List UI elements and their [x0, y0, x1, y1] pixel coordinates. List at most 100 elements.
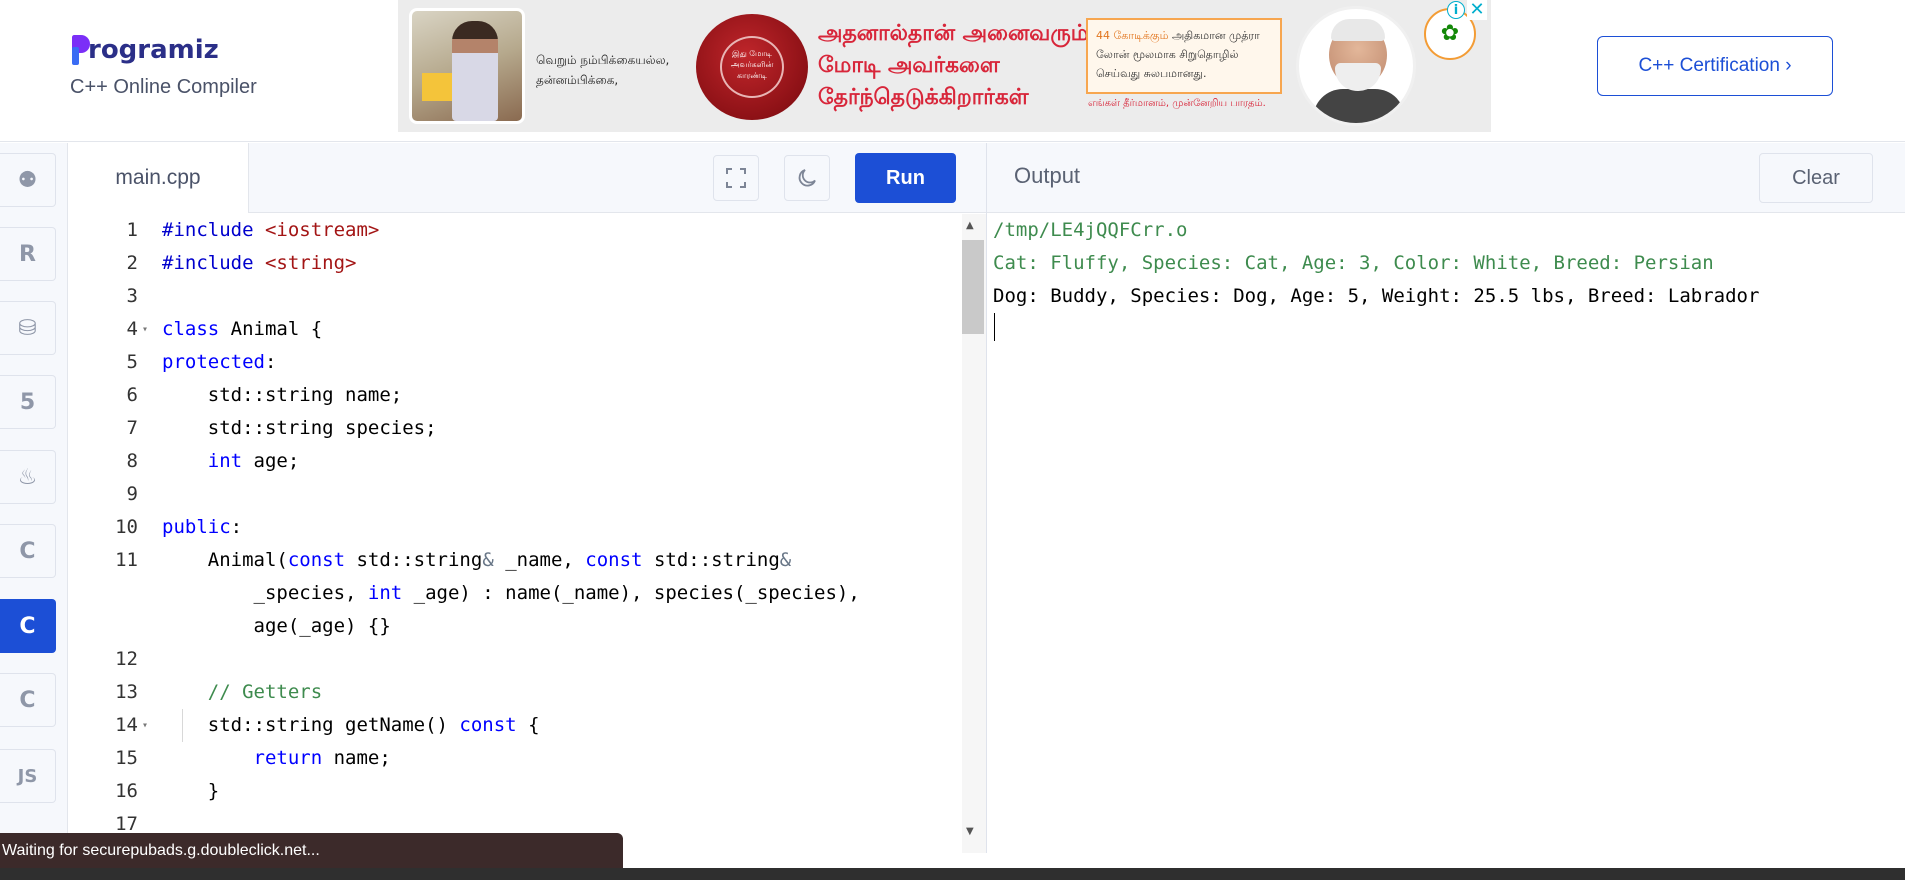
ad-photo-man	[1296, 6, 1416, 126]
header: rogramiz C++ Online Compiler வெறும் நம்ப…	[0, 0, 1905, 142]
js-icon[interactable]: JS	[0, 749, 56, 803]
line-number: 5	[126, 351, 138, 373]
fold-arrow-icon[interactable]: ▾	[142, 313, 148, 346]
code-line[interactable]: 10 public:	[68, 511, 958, 544]
html5-icon[interactable]: 5	[0, 375, 56, 429]
logo-text: rogramiz	[88, 35, 219, 65]
code-line[interactable]: age(_age) {}	[68, 610, 958, 643]
output-line: /tmp/LE4jQQFCrr.o	[993, 219, 1188, 241]
code-text: age(_age) {}	[162, 615, 391, 637]
code-line[interactable]: 9	[68, 478, 958, 511]
code-text: std::string getName() const {	[162, 714, 540, 736]
ad-footer-text: எங்கள் தீர்மானம், முன்னேறிய பாரதம்.	[1088, 98, 1266, 109]
browser-status-bar: Waiting for securepubads.g.doubleclick.n…	[0, 833, 623, 868]
line-number: 16	[115, 780, 138, 802]
code-line[interactable]: 14 ▾ std::string getName() const {	[68, 709, 958, 742]
editor-scrollbar-thumb[interactable]	[962, 240, 984, 334]
cpp-icon[interactable]: C	[0, 599, 56, 653]
line-number: 9	[126, 483, 138, 505]
r-icon[interactable]: R	[0, 227, 56, 281]
code-text: #include <string>	[162, 252, 357, 274]
ad-box-highlight: 44 கோடிக்கும்	[1096, 29, 1169, 42]
code-line[interactable]: 13 // Getters	[68, 676, 958, 709]
output-console[interactable]: /tmp/LE4jQQFCrr.o Cat: Fluffy, Species: C…	[987, 214, 1905, 853]
line-number: 7	[126, 417, 138, 439]
line-number: 6	[126, 384, 138, 406]
line-number: 11	[115, 549, 138, 571]
ad-info-icon[interactable]: i	[1447, 1, 1465, 19]
moon-icon	[798, 169, 816, 187]
advertisement-banner[interactable]: வெறும் நம்பிக்கையல்ல, தன்னம்பிக்கை, இது …	[398, 0, 1491, 132]
code-text: int age;	[207, 450, 300, 472]
run-button[interactable]: Run	[855, 153, 956, 203]
c-icon[interactable]: C	[0, 524, 56, 578]
cpp-certification-button[interactable]: C++ Certification ›	[1597, 36, 1833, 96]
code-text: return name;	[253, 747, 391, 769]
line-number: 15	[115, 747, 138, 769]
scroll-up-icon[interactable]: ▲	[966, 220, 974, 231]
code-line[interactable]: 3	[68, 280, 958, 313]
code-line[interactable]: 7 std::string species;	[68, 412, 958, 445]
code-text: }	[162, 780, 220, 802]
line-number: 1	[126, 219, 138, 241]
code-text: // Getters	[207, 681, 323, 703]
line-number: 13	[115, 681, 138, 703]
ad-seal-text: இது மோடி அவர்களின் காரண்டி	[720, 36, 784, 98]
line-number: 8	[126, 450, 138, 472]
line-number: 4	[126, 318, 138, 340]
code-line[interactable]: 1 #include <iostream>	[68, 214, 958, 247]
sql-icon[interactable]: ⛁	[0, 301, 56, 355]
code-text: std::string species;	[162, 417, 437, 439]
language-sidebar: ⚉ R ⛁ 5 ♨ C C C JS	[0, 143, 68, 853]
code-text: #include <iostream>	[162, 219, 380, 241]
theme-toggle-button[interactable]	[784, 155, 830, 201]
output-line: Dog: Buddy, Species: Dog, Age: 5, Weight…	[993, 285, 1760, 307]
taskbar	[0, 868, 1905, 880]
ad-photo-woman	[409, 8, 525, 124]
code-text: std::string name;	[162, 384, 403, 406]
scroll-down-icon[interactable]: ▼	[966, 826, 974, 837]
file-tab-main-cpp[interactable]: main.cpp	[68, 143, 249, 213]
ad-close-icon[interactable]: ✕	[1467, 0, 1487, 20]
line-number: 10	[115, 516, 138, 538]
code-text: _species, int _age) : name(_name), speci…	[162, 582, 860, 604]
code-text: protected:	[162, 351, 277, 373]
code-line[interactable]: 5 protected:	[68, 346, 958, 379]
line-number: 3	[126, 285, 138, 307]
code-editor[interactable]: 1 #include <iostream> 2 #include <string> 3 4…	[68, 214, 986, 853]
code-line[interactable]: 6 std::string name;	[68, 379, 958, 412]
output-title: Output	[1014, 163, 1081, 188]
line-number: 12	[115, 648, 138, 670]
code-text: Animal(const std::string& _name, const s…	[162, 549, 792, 571]
code-line[interactable]: 12	[68, 643, 958, 676]
output-line: Cat: Fluffy, Species: Cat, Age: 3, Color…	[993, 252, 1714, 274]
output-cursor	[994, 313, 995, 341]
ad-info-box: 44 கோடிக்கும் அதிகமான முத்ரா லோன் மூலமாக…	[1086, 18, 1282, 94]
ad-seal-icon: இது மோடி அவர்களின் காரண்டி	[696, 14, 808, 120]
programiz-logo[interactable]: rogramiz	[70, 30, 219, 70]
output-toolbar: Output Clear	[987, 143, 1905, 213]
page-subtitle: C++ Online Compiler	[70, 76, 257, 98]
line-number: 2	[126, 252, 138, 274]
code-line[interactable]: 4 ▾ class Animal {	[68, 313, 958, 346]
python-icon[interactable]: ⚉	[0, 153, 56, 207]
code-line[interactable]: 16 }	[68, 775, 958, 808]
fullscreen-icon	[726, 168, 746, 188]
fullscreen-button[interactable]	[713, 155, 759, 201]
programiz-logo-icon	[70, 33, 90, 67]
code-line[interactable]: 11 Animal(const std::string& _name, cons…	[68, 544, 958, 577]
java-icon[interactable]: ♨	[0, 450, 56, 504]
indent-guide	[182, 709, 183, 742]
editor-toolbar: main.cpp Run	[68, 143, 986, 213]
code-line[interactable]: _species, int _age) : name(_name), speci…	[68, 577, 958, 610]
code-text: public:	[162, 516, 243, 538]
ad-text: வெறும் நம்பிக்கையல்ல, தன்னம்பிக்கை,	[536, 53, 670, 87]
line-number: 14	[115, 714, 138, 736]
code-line[interactable]: 2 #include <string>	[68, 247, 958, 280]
code-line[interactable]: 15 return name;	[68, 742, 958, 775]
csharp-icon[interactable]: C	[0, 673, 56, 727]
code-line[interactable]: 8 int age;	[68, 445, 958, 478]
fold-arrow-icon[interactable]: ▾	[142, 709, 148, 742]
clear-button[interactable]: Clear	[1759, 153, 1873, 203]
ad-headline: அதனால்தான் அனைவரும் மோடி அவர்களை தேர்ந்த…	[818, 21, 1089, 110]
